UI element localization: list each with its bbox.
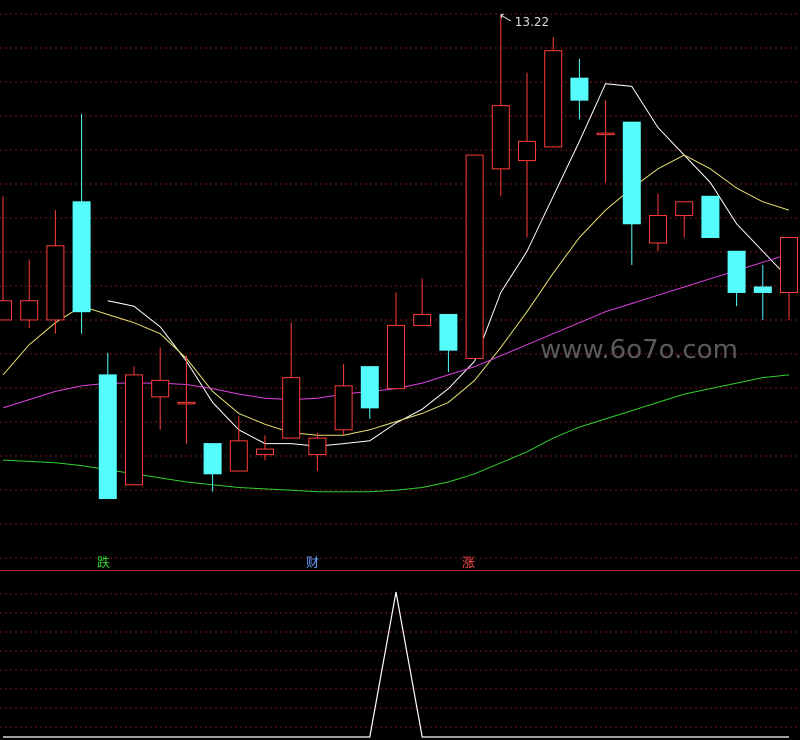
candle <box>229 416 248 472</box>
candle <box>780 237 798 320</box>
candle-body <box>334 385 353 431</box>
high-price-label: 13.22 <box>515 15 549 29</box>
candle-body <box>308 437 327 456</box>
candle <box>753 265 772 320</box>
candle <box>465 154 484 359</box>
candle <box>701 195 720 239</box>
candle-body <box>701 195 720 239</box>
candle <box>649 193 667 252</box>
candle <box>518 72 536 238</box>
candle-body <box>151 379 170 398</box>
candle <box>596 100 615 183</box>
candle-body <box>256 448 274 456</box>
candle-body <box>675 201 694 217</box>
candle <box>151 347 170 430</box>
candle-body <box>727 250 746 293</box>
candle-body <box>20 300 39 321</box>
candle <box>72 113 91 334</box>
candle <box>439 313 458 373</box>
watermark: www.6o7o.com <box>540 335 738 365</box>
signal-label-wealth: 财 <box>306 556 319 571</box>
candle <box>98 352 117 500</box>
signal-label-rise: 涨 <box>462 556 475 571</box>
candle-body <box>622 121 641 225</box>
candle-body <box>387 324 405 390</box>
stock-chart: www.6o7o.com 13.22 跌 财 涨 <box>0 13 800 738</box>
candle-body <box>780 237 798 293</box>
candle-body <box>360 366 379 409</box>
candle-body <box>753 286 772 293</box>
candle-body <box>544 50 563 148</box>
candle <box>622 121 641 265</box>
candle <box>387 292 405 390</box>
high-marker: 13.22 <box>500 13 549 29</box>
candle-body <box>46 245 65 321</box>
candle <box>360 366 379 419</box>
candle <box>334 363 353 436</box>
candle <box>282 322 301 439</box>
candle <box>675 201 694 238</box>
moving-average-line <box>2 374 790 493</box>
candle <box>570 58 589 120</box>
candle-body <box>518 140 536 162</box>
signal-label-fall: 跌 <box>97 555 110 571</box>
candle-body <box>98 374 117 500</box>
candle-body <box>596 132 615 136</box>
candle-body <box>491 105 510 170</box>
candle-body <box>125 374 143 486</box>
candle-body <box>177 401 196 405</box>
candle <box>727 250 746 307</box>
candle-body <box>413 313 432 326</box>
candle <box>544 36 563 148</box>
candle <box>0 196 12 321</box>
moving-average-line <box>107 83 790 447</box>
candle <box>308 432 327 472</box>
high-arrow-icon <box>500 13 512 22</box>
signal-labels: 跌 财 涨 <box>97 555 475 571</box>
candle <box>491 14 510 197</box>
candle-body <box>649 215 667 244</box>
candle-body <box>203 443 222 475</box>
candle <box>46 210 65 334</box>
candle-body <box>0 300 12 321</box>
candle-body <box>282 377 301 439</box>
candle <box>20 259 39 329</box>
candle <box>177 355 196 444</box>
candle <box>125 366 143 486</box>
candle-body <box>72 201 91 313</box>
moving-average-lines <box>2 83 790 493</box>
candle-body <box>439 313 458 351</box>
candlesticks <box>0 14 798 500</box>
candle-body <box>229 440 248 472</box>
candle-body <box>465 154 484 359</box>
candle-body <box>570 77 589 101</box>
indicator-line <box>3 591 789 738</box>
